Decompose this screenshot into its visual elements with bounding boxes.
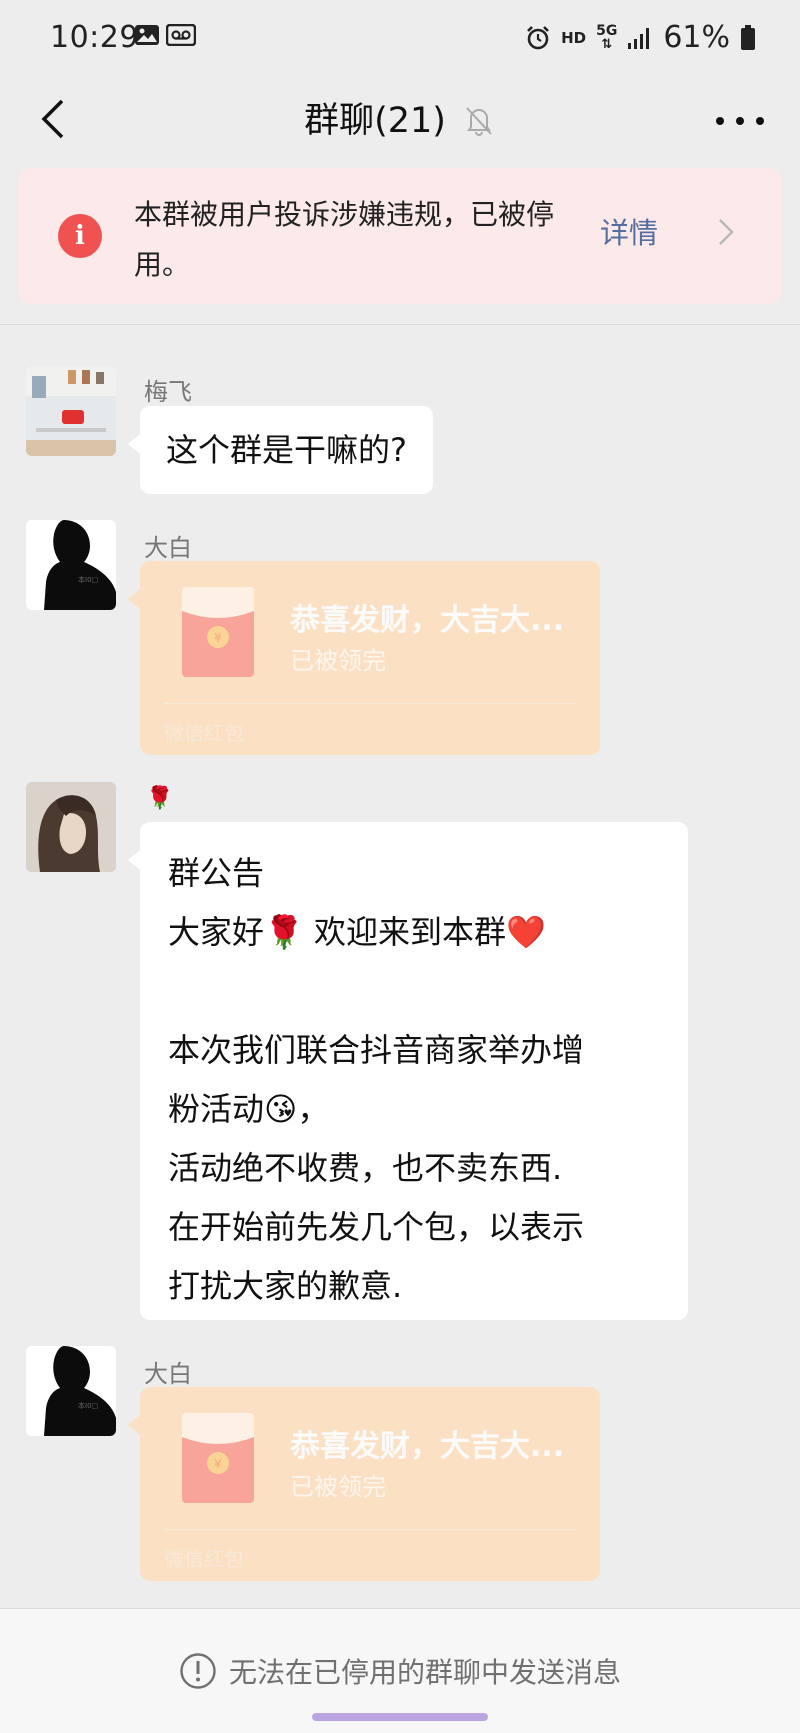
home-indicator[interactable] — [312, 1713, 488, 1721]
banner-detail-link[interactable]: 详情 — [600, 210, 658, 252]
announcement-line — [168, 962, 662, 1021]
svg-text:本I0□: 本I0□ — [78, 575, 98, 584]
hd-indicator: HD — [561, 28, 587, 47]
warning-circle-icon — [180, 1653, 216, 1689]
avatar-image: 本I0□ — [26, 520, 116, 610]
red-packet-status: 已被领完 — [290, 647, 386, 675]
red-packet-footer: 微信红包 — [164, 1547, 244, 1571]
signal-icon — [628, 27, 650, 49]
battery-icon — [741, 24, 755, 50]
announcement-line: 本次我们联合抖音商家举办增 — [168, 1031, 585, 1069]
avatar[interactable]: 本I0□ — [26, 1346, 116, 1436]
avatar-image — [26, 366, 116, 456]
banner-text: 本群被用户投诉涉嫌违规，已被停用。 — [134, 198, 555, 281]
info-icon: i — [58, 214, 102, 258]
announcement-line: 在开始前先发几个包，以表示 — [168, 1208, 585, 1246]
sender-name: 梅飞 — [144, 378, 192, 406]
announcement-line: 群公告 — [168, 854, 265, 892]
nav-bar: 群聊(21) — [0, 78, 800, 170]
chevron-right-icon[interactable] — [718, 218, 734, 246]
red-packet-title: 恭喜发财，大吉大... — [290, 1429, 565, 1464]
red-envelope-icon: ¥ — [182, 1413, 254, 1503]
red-packet-title: 恭喜发财，大吉大... — [290, 603, 565, 638]
divider — [0, 324, 800, 325]
red-packet-message[interactable]: ¥ 恭喜发财，大吉大... 已被领完 微信红包 — [128, 561, 600, 755]
message-bubble[interactable]: 这个群是干嘛的? — [128, 406, 433, 494]
red-packet-message[interactable]: ¥ 恭喜发财，大吉大... 已被领完 微信红包 — [128, 1387, 600, 1581]
sender-name: 大白 — [144, 1360, 192, 1388]
alarm-icon — [527, 25, 549, 49]
sender-name: 大白 — [144, 534, 192, 562]
gallery-icon — [135, 25, 159, 45]
red-packet-footer: 微信红包 — [164, 721, 244, 745]
bell-off-icon — [466, 106, 492, 136]
more-options-button[interactable] — [716, 104, 764, 138]
network-5g-indicator: 5G ⇅ — [596, 22, 618, 52]
voicemail-icon — [166, 24, 196, 46]
chat-title: 群聊(21) — [304, 101, 446, 141]
sender-name: 🌹 — [146, 786, 174, 811]
avatar-image — [26, 782, 116, 872]
svg-text:¥: ¥ — [214, 631, 222, 645]
red-envelope-icon: ¥ — [182, 587, 254, 677]
avatar[interactable] — [26, 366, 116, 456]
avatar[interactable]: 本I0□ — [26, 520, 116, 610]
announcement-bubble[interactable]: 群公告 大家好🌹 欢迎来到本群❤️ 本次我们联合抖音商家举办增 粉活动😘， 活动… — [128, 822, 688, 1320]
announcement-line: 粉活动😘， — [168, 1090, 330, 1128]
status-bar: 10:29 HD 5G ⇅ 61% — [0, 0, 800, 78]
red-packet-status: 已被领完 — [290, 1473, 386, 1501]
svg-text:¥: ¥ — [214, 1457, 222, 1471]
svg-text:本I0□: 本I0□ — [78, 1401, 98, 1410]
status-time: 10:29 — [50, 20, 139, 55]
more-dots-icon — [716, 117, 724, 125]
red-packet-divider — [164, 703, 576, 704]
battery-percent: 61% — [663, 20, 730, 55]
red-packet-divider — [164, 1529, 576, 1530]
avatar-image: 本I0□ — [26, 1346, 116, 1436]
suspension-banner: i 本群被用户投诉涉嫌违规，已被停用。 详情 — [18, 168, 782, 304]
avatar[interactable] — [26, 782, 116, 872]
footer-message: 无法在已停用的群聊中发送消息 — [228, 1656, 621, 1689]
announcement-line: 打扰大家的歉意. — [168, 1267, 403, 1305]
disabled-input-footer: 无法在已停用的群聊中发送消息 — [0, 1608, 800, 1733]
announcement-line: 活动绝不收费，也不卖东西. — [168, 1149, 563, 1187]
announcement-line: 大家好🌹 欢迎来到本群❤️ — [168, 913, 546, 951]
